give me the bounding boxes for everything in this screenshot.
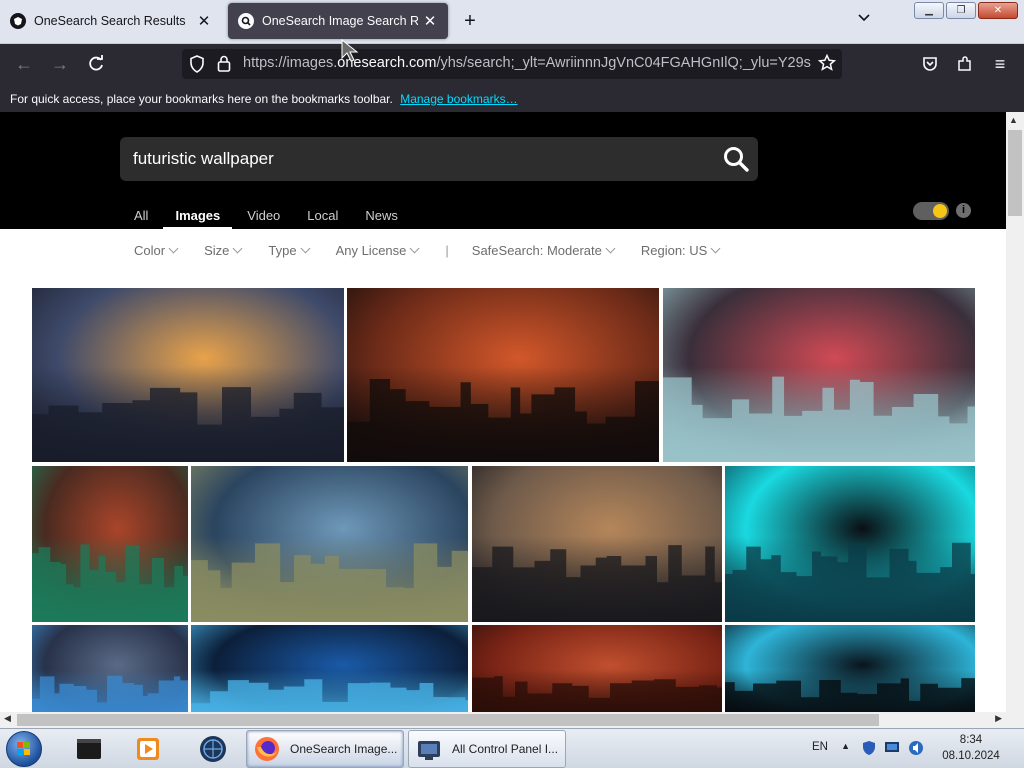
image-result-10[interactable] [472, 625, 722, 712]
show-hidden-icons-icon[interactable]: ▲ [841, 741, 850, 751]
horizontal-scrollbar[interactable]: ◀ ▶ [0, 712, 1024, 728]
search-magnifier-icon[interactable] [722, 145, 750, 173]
restore-icon[interactable]: ❐ [946, 2, 976, 19]
search-box [120, 137, 758, 181]
taskbar-firefox-label: OneSearch Image... [290, 742, 398, 756]
image-result-2[interactable] [347, 288, 659, 462]
filter-color[interactable]: Color [134, 243, 179, 258]
image-result-1[interactable] [32, 288, 344, 462]
minimize-icon[interactable]: ▁ [914, 2, 944, 19]
chevron-down-icon [300, 243, 311, 254]
theme-toggle[interactable] [913, 202, 949, 220]
image-result-9[interactable] [191, 625, 468, 712]
toggle-knob [933, 204, 947, 218]
control-panel-icon [415, 735, 443, 763]
filter-license[interactable]: Any License [336, 243, 420, 258]
firefox-icon [253, 735, 281, 763]
scroll-left-arrow-icon[interactable]: ◀ [4, 713, 11, 724]
tab-all[interactable]: All [134, 208, 148, 230]
bookmarks-hint: For quick access, place your bookmarks h… [10, 92, 393, 106]
pocket-icon[interactable] [918, 52, 942, 76]
scrollbar-thumb[interactable] [17, 714, 879, 726]
tab-news[interactable]: News [365, 208, 398, 230]
search-input[interactable] [133, 143, 693, 175]
taskbar-control-panel-label: All Control Panel I... [452, 742, 559, 756]
media-player-icon[interactable] [133, 734, 163, 764]
vertical-scrollbar[interactable]: ▲ [1006, 112, 1024, 712]
info-icon[interactable]: i [956, 203, 971, 218]
tab-images[interactable]: Images [163, 208, 233, 230]
new-tab-plus-icon[interactable]: + [458, 9, 482, 33]
manage-bookmarks-link[interactable]: Manage bookmarks… [400, 92, 517, 106]
mouse-cursor-icon [341, 38, 359, 62]
extensions-puzzle-icon[interactable] [953, 52, 977, 76]
filter-type[interactable]: Type [268, 243, 311, 258]
clock-date[interactable]: 08.10.2024 [936, 750, 1006, 762]
search-header: All Images Video Local News i [0, 112, 1006, 230]
onesearch-favicon-icon [10, 13, 26, 29]
filter-bar: Color Size Type Any License | SafeSearch… [134, 243, 746, 258]
close-tab-icon[interactable]: ✕ [422, 12, 438, 30]
back-arrow-icon[interactable]: ← [12, 52, 36, 76]
globe-app-icon[interactable] [198, 734, 228, 764]
chevron-down-icon [409, 243, 420, 254]
image-result-5[interactable] [191, 466, 468, 622]
screen: OneSearch Search Results ✕ OneSearch Ima… [0, 0, 1024, 768]
list-all-tabs-chevron-icon[interactable] [852, 10, 876, 34]
filter-size[interactable]: Size [204, 243, 243, 258]
window-controls: ▁ ❐ ✕ [914, 2, 1018, 19]
clock-time[interactable]: 8:34 [942, 734, 1000, 746]
filter-safesearch[interactable]: SafeSearch: Moderate [472, 243, 616, 258]
chevron-down-icon [232, 243, 243, 254]
scrollbar-thumb[interactable] [1008, 130, 1022, 216]
tab-video[interactable]: Video [247, 208, 280, 230]
reload-icon[interactable] [84, 52, 108, 76]
chevron-down-icon [168, 243, 179, 254]
image-result-8[interactable] [32, 625, 188, 712]
bookmarks-toolbar: For quick access, place your bookmarks h… [0, 84, 1024, 112]
chevron-down-icon [605, 243, 616, 254]
tab-strip: OneSearch Search Results ✕ OneSearch Ima… [0, 0, 1024, 44]
terminal-app-icon[interactable] [74, 734, 104, 764]
app-menu-hamburger-icon[interactable]: ≡ [988, 52, 1012, 76]
tracking-protection-shield-icon[interactable] [189, 55, 205, 77]
tab-image-search-results[interactable]: OneSearch Image Search Results ✕ [228, 3, 448, 39]
close-tab-icon[interactable]: ✕ [196, 12, 212, 30]
taskbar-firefox-button[interactable]: OneSearch Image... [246, 730, 404, 768]
image-result-3[interactable] [663, 288, 975, 462]
lock-icon[interactable] [217, 55, 231, 76]
tab-title: OneSearch Image Search Results [262, 14, 418, 28]
url-text: https://images.onesearch.com/yhs/search;… [243, 55, 811, 71]
onesearch-favicon-icon [238, 13, 254, 29]
address-bar[interactable]: https://images.onesearch.com/yhs/search;… [182, 49, 842, 79]
tab-local[interactable]: Local [307, 208, 338, 230]
filter-region[interactable]: Region: US [641, 243, 721, 258]
bookmark-star-icon[interactable] [817, 53, 837, 76]
image-result-6[interactable] [472, 466, 722, 622]
taskbar: OneSearch Image... All Control Panel I..… [0, 728, 1024, 768]
language-indicator[interactable]: EN [812, 741, 828, 753]
image-result-11[interactable] [725, 625, 975, 712]
chevron-down-icon [710, 243, 721, 254]
image-result-7[interactable] [725, 466, 975, 622]
network-monitor-icon[interactable] [884, 741, 900, 758]
start-button-windows-icon[interactable] [6, 731, 42, 767]
shield-tray-icon[interactable] [862, 740, 876, 759]
vertical-tabs: All Images Video Local News [134, 208, 425, 230]
image-result-4[interactable] [32, 466, 188, 622]
tab-title: OneSearch Search Results [34, 14, 186, 28]
forward-arrow-icon[interactable]: → [48, 52, 72, 76]
close-window-icon[interactable]: ✕ [978, 2, 1018, 19]
scroll-right-arrow-icon[interactable]: ▶ [995, 713, 1002, 724]
tab-search-results[interactable]: OneSearch Search Results ✕ [0, 3, 222, 39]
taskbar-control-panel-button[interactable]: All Control Panel I... [408, 730, 566, 768]
scroll-up-arrow-icon[interactable]: ▲ [1009, 115, 1018, 125]
filter-separator: | [445, 243, 449, 258]
volume-icon[interactable] [908, 740, 924, 759]
web-page: All Images Video Local News i Color Size… [0, 112, 1006, 712]
